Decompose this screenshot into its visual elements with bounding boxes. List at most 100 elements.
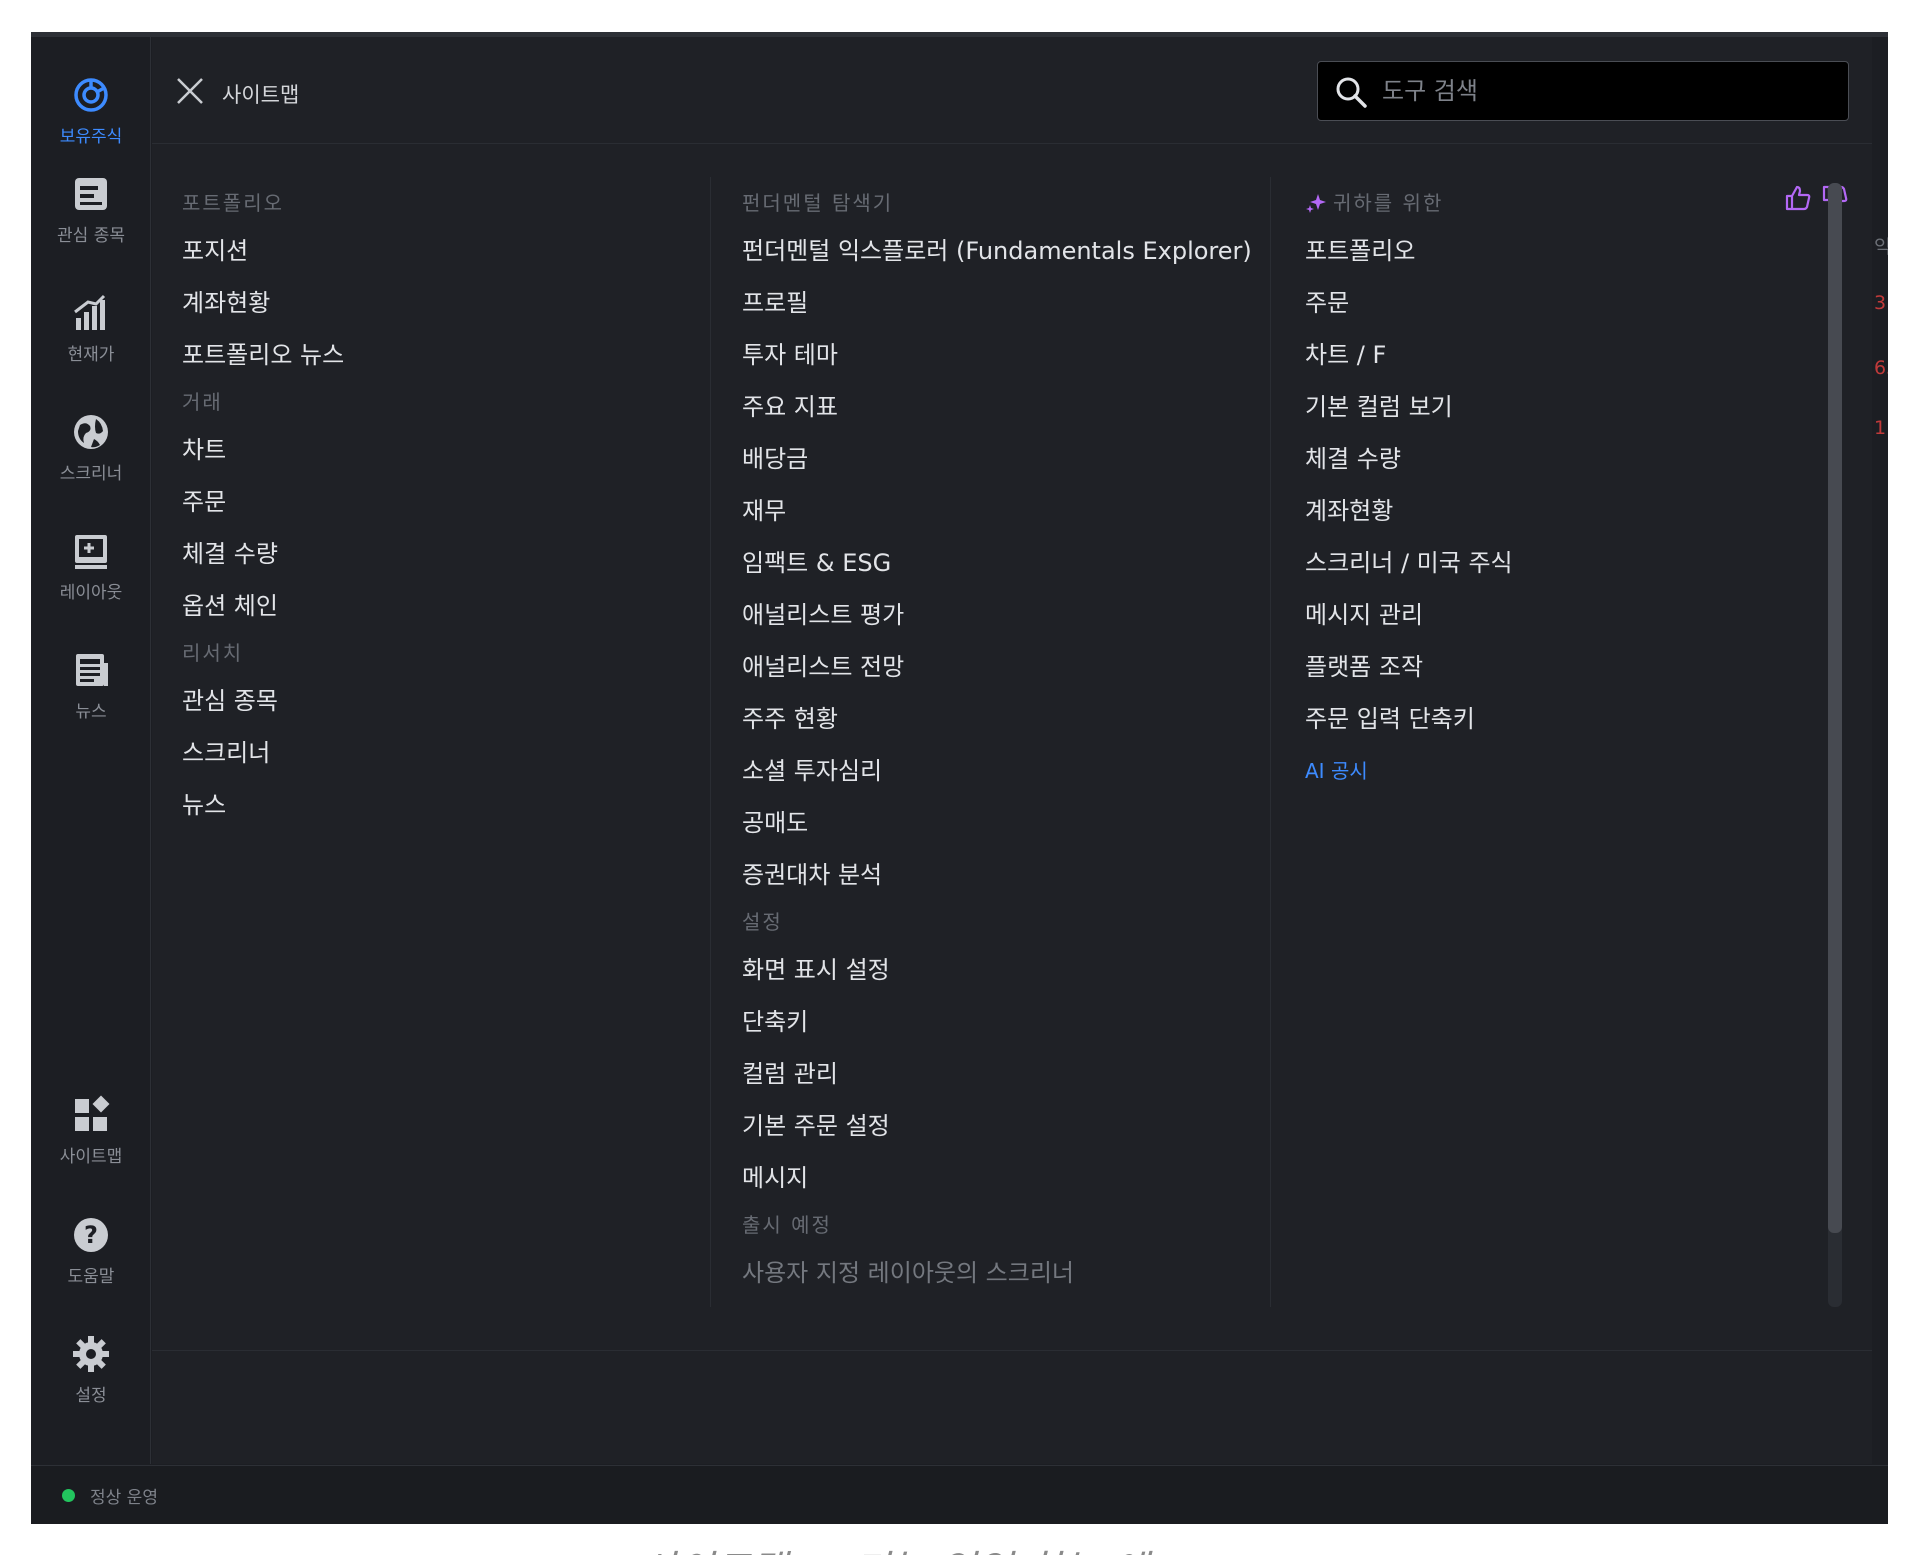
link-foryou-screener-us[interactable]: 스크리너 / 미국 주식 <box>1305 537 1825 589</box>
link-fundamentals-explorer[interactable]: 펀더멘털 익스플로러 (Fundamentals Explorer) <box>742 225 1282 277</box>
sidebar-item-label: 스크리너 <box>59 464 123 484</box>
link-foryou-message-management[interactable]: 메시지 관리 <box>1305 589 1825 641</box>
sidebar-item-quote[interactable]: 현재가 <box>31 270 151 370</box>
peek-text: 익 <box>1874 236 1888 258</box>
screener-icon <box>74 415 108 449</box>
sidebar-item-label: 현재가 <box>67 345 115 365</box>
sidebar-item-settings[interactable]: 설정 <box>31 1311 151 1411</box>
link-foryou-fills[interactable]: 체결 수량 <box>1305 433 1825 485</box>
section-title: 리서치 <box>182 641 244 665</box>
link-foryou-account[interactable]: 계좌현황 <box>1305 485 1825 537</box>
link-shortcuts[interactable]: 단축키 <box>742 996 1282 1048</box>
scrollbar-thumb[interactable] <box>1828 183 1842 1233</box>
link-ai-disclosure[interactable]: AI 공시 <box>1305 745 1825 797</box>
sidebar-item-label: 관심 종목 <box>57 226 125 246</box>
link-fills[interactable]: 체결 수량 <box>182 528 702 580</box>
link-foryou-order-entry-shortcuts[interactable]: 주문 입력 단축키 <box>1305 693 1825 745</box>
header-divider <box>152 143 1872 144</box>
search-input[interactable] <box>1382 62 1822 120</box>
sitemap-column-3: 귀하를 위한 포트폴리오 주문 차트 / F 기본 컬럼 보기 체결 수량 계좌… <box>1305 182 1825 797</box>
peek-value: 1 <box>1874 417 1887 439</box>
layout-icon <box>75 535 107 569</box>
settings-icon <box>73 1336 109 1372</box>
column-divider <box>710 177 711 1307</box>
news-icon <box>76 654 108 686</box>
sidebar-item-holdings[interactable]: 보유주식 <box>31 52 151 152</box>
link-analyst-ratings[interactable]: 애널리스트 평가 <box>742 589 1282 641</box>
page-title: 사이트맵 <box>222 83 300 107</box>
link-dividends[interactable]: 배당금 <box>742 433 1282 485</box>
figure-caption: 사이트맵 — 기능 영역 찾는 예 <box>640 1538 1148 1555</box>
link-news[interactable]: 뉴스 <box>182 779 702 831</box>
section-title: 설정 <box>742 910 783 934</box>
sidebar-item-help[interactable]: ? 도움말 <box>31 1192 151 1292</box>
search-icon <box>1336 77 1367 108</box>
background-content-peek: 익 3 63 1 <box>1872 37 1888 1464</box>
link-messages[interactable]: 메시지 <box>742 1152 1282 1204</box>
link-watchlist[interactable]: 관심 종목 <box>182 675 702 727</box>
sidebar-item-label: 보유주식 <box>59 127 123 147</box>
link-foryou-chart[interactable]: 차트 / F <box>1305 329 1825 381</box>
panel-footer-area <box>152 1351 1872 1464</box>
link-key-metrics[interactable]: 주요 지표 <box>742 381 1282 433</box>
link-foryou-platform-controls[interactable]: 플랫폼 조작 <box>1305 641 1825 693</box>
sidebar-item-layout[interactable]: 레이아웃 <box>31 508 151 608</box>
peek-value: 63 <box>1874 357 1888 379</box>
sidebar: 보유주식 관심 종목 현재가 스크리너 레이아웃 뉴스 사이트맵 ? 도움말 설… <box>31 37 151 1464</box>
svg-text:?: ? <box>84 1221 98 1249</box>
sitemap-column-1: 포트폴리오 포지션 계좌현황 포트폴리오 뉴스 거래 차트 주문 체결 수량 옵… <box>182 182 702 831</box>
link-column-management[interactable]: 컬럼 관리 <box>742 1048 1282 1100</box>
app-window: 보유주식 관심 종목 현재가 스크리너 레이아웃 뉴스 사이트맵 ? 도움말 설… <box>31 32 1888 1524</box>
sidebar-item-watchlist[interactable]: 관심 종목 <box>31 151 151 251</box>
link-option-chain[interactable]: 옵션 체인 <box>182 580 702 632</box>
sidebar-item-news[interactable]: 뉴스 <box>31 627 151 727</box>
close-icon[interactable] <box>172 73 208 109</box>
sitemap-column-2: 펀더멘털 탐색기 펀더멘털 익스플로러 (Fundamentals Explor… <box>742 182 1282 1299</box>
sitemap-icon <box>75 1095 110 1131</box>
sparkle-icon <box>1306 193 1326 213</box>
link-foryou-order[interactable]: 주문 <box>1305 277 1825 329</box>
status-bar: 정상 운영 <box>31 1465 1888 1524</box>
link-analyst-forecasts[interactable]: 애널리스트 전망 <box>742 641 1282 693</box>
link-foryou-portfolio[interactable]: 포트폴리오 <box>1305 225 1825 277</box>
link-screener[interactable]: 스크리너 <box>182 727 702 779</box>
section-title-for-you: 귀하를 위한 <box>1305 182 1825 225</box>
quote-icon <box>74 294 106 330</box>
status-indicator <box>62 1489 75 1502</box>
section-title: 출시 예정 <box>742 1213 832 1237</box>
link-order[interactable]: 주문 <box>182 476 702 528</box>
link-default-order-settings[interactable]: 기본 주문 설정 <box>742 1100 1282 1152</box>
status-text: 정상 운영 <box>90 1488 158 1508</box>
link-positions[interactable]: 포지션 <box>182 225 702 277</box>
sidebar-item-sitemap[interactable]: 사이트맵 <box>31 1072 151 1172</box>
link-ownership[interactable]: 주주 현황 <box>742 693 1282 745</box>
link-short-selling[interactable]: 공매도 <box>742 797 1282 849</box>
link-portfolio-news[interactable]: 포트폴리오 뉴스 <box>182 329 702 381</box>
holdings-icon <box>74 78 108 112</box>
link-chart[interactable]: 차트 <box>182 424 702 476</box>
link-account[interactable]: 계좌현황 <box>182 277 702 329</box>
sidebar-item-screener[interactable]: 스크리너 <box>31 389 151 489</box>
link-financials[interactable]: 재무 <box>742 485 1282 537</box>
sidebar-item-label: 사이트맵 <box>59 1147 123 1167</box>
sidebar-item-label: 설정 <box>75 1386 107 1406</box>
tool-search[interactable] <box>1317 61 1849 121</box>
coming-soon-item: 사용자 지정 레이아웃의 스크리너 <box>742 1259 1075 1287</box>
watchlist-icon <box>75 178 107 210</box>
link-impact-esg[interactable]: 임팩트 & ESG <box>742 537 1282 589</box>
link-investment-themes[interactable]: 투자 테마 <box>742 329 1282 381</box>
column-divider <box>1270 177 1271 1307</box>
sidebar-item-label: 레이아웃 <box>59 583 123 603</box>
sidebar-item-label: 도움말 <box>67 1267 115 1287</box>
link-display-settings[interactable]: 화면 표시 설정 <box>742 944 1282 996</box>
help-icon: ? <box>74 1218 108 1252</box>
thumbs-up-icon[interactable] <box>1783 183 1813 213</box>
sidebar-item-label: 뉴스 <box>75 702 107 722</box>
sitemap-panel: 사이트맵 포트폴리오 포지션 계좌현황 포트폴리오 뉴스 거래 차트 주문 체결… <box>152 37 1872 1351</box>
section-title: 포트폴리오 <box>182 191 284 215</box>
link-foryou-default-columns[interactable]: 기본 컬럼 보기 <box>1305 381 1825 433</box>
section-title: 거래 <box>182 390 223 414</box>
link-securities-lending[interactable]: 증권대차 분석 <box>742 849 1282 901</box>
link-profile[interactable]: 프로필 <box>742 277 1282 329</box>
link-social-sentiment[interactable]: 소셜 투자심리 <box>742 745 1282 797</box>
